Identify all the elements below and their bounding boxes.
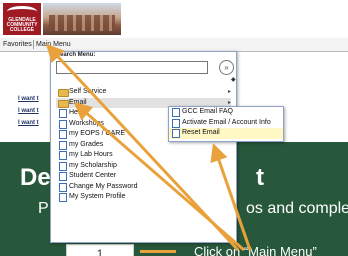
document-icon [59, 182, 67, 192]
menu-item-label: Student Center [69, 172, 117, 179]
email-submenu: GCC Email FAQ Activate Email / Account In… [168, 106, 284, 142]
nav-divider [33, 40, 34, 49]
menu-item-label: Email [69, 98, 87, 106]
side-link[interactable]: I want t [18, 96, 39, 102]
menu-item-label: My System Profile [69, 193, 126, 200]
instruction-text: Click on “Main Menu” [194, 244, 317, 256]
menu-item-label: Change My Password [69, 182, 138, 190]
menu-item[interactable]: my Lab Hours [56, 150, 231, 161]
screenshot-stage: GLENDALE COMMUNITY COLLEGE Favorites Mai… [0, 0, 348, 256]
banner-subheading-right: os and comple [246, 200, 348, 217]
document-icon [59, 119, 67, 129]
folder-icon [58, 89, 69, 97]
document-icon [59, 151, 67, 160]
top-navbar: Favorites Main Menu [0, 38, 348, 52]
menu-item-label: Help [69, 109, 84, 116]
college-logo[interactable]: GLENDALE COMMUNITY COLLEGE [3, 3, 121, 35]
chevron-right-icon: ▸ [227, 89, 231, 95]
document-icon [59, 193, 67, 202]
folder-icon [58, 99, 69, 108]
document-icon [59, 161, 67, 171]
document-icon [59, 172, 67, 181]
logo-swoosh-icon [7, 6, 37, 17]
submenu-item[interactable]: Reset Email [169, 128, 283, 139]
banner-heading-right: t [256, 164, 264, 191]
side-link[interactable]: I want t [18, 120, 39, 126]
document-icon [172, 108, 180, 117]
menu-item-label: my Scholarship [69, 161, 117, 169]
main-menu-dropdown: Search Menu: » ◆ Self Service ▸ Email ▸ Help… [50, 51, 237, 243]
search-go-button[interactable]: » [219, 60, 234, 75]
banner-subheading-left: P [38, 200, 49, 217]
submenu-item[interactable]: GCC Email FAQ [169, 107, 283, 118]
favorites-menu[interactable]: Favorites [3, 38, 32, 51]
menu-item-label: my EOPS / CARE [69, 130, 126, 137]
menu-item[interactable]: My System Profile [56, 192, 231, 203]
submenu-list: GCC Email FAQ Activate Email / Account In… [169, 107, 283, 139]
step-number-box: 1 [66, 244, 134, 256]
campus-photo [43, 3, 121, 35]
main-menu[interactable]: Main Menu [36, 38, 71, 51]
menu-item-label: Self Service [69, 88, 107, 95]
logo-text: GLENDALE COMMUNITY COLLEGE [6, 17, 38, 33]
menu-item[interactable]: my Scholarship [56, 161, 231, 172]
side-link[interactable]: I want t [18, 108, 39, 114]
menu-item-label: Workshops [69, 119, 104, 127]
document-icon [172, 118, 180, 128]
menu-item-label: my Grades [69, 140, 104, 148]
submenu-item-label: Reset Email [182, 129, 220, 136]
step-arrow-icon [140, 250, 176, 253]
document-icon [59, 140, 67, 150]
document-icon [59, 109, 67, 118]
sort-menu-icon[interactable]: ◆ [231, 76, 236, 83]
banner-heading-left: De [20, 164, 51, 191]
menu-item-label: my Lab Hours [69, 151, 113, 158]
document-icon [59, 130, 67, 139]
logo-mark: GLENDALE COMMUNITY COLLEGE [3, 3, 41, 35]
search-menu-input[interactable] [56, 61, 208, 74]
menu-list: Self Service ▸ Email ▸ Help Workshops my EOPS … [56, 87, 231, 203]
search-menu-label: Search Menu: [56, 52, 96, 58]
menu-item[interactable]: Student Center [56, 171, 231, 182]
menu-item[interactable]: Change My Password [56, 182, 231, 193]
submenu-item-label: GCC Email FAQ [182, 108, 233, 115]
submenu-item-label: Activate Email / Account Info [182, 118, 271, 126]
submenu-item[interactable]: Activate Email / Account Info [169, 118, 283, 129]
menu-item[interactable]: Self Service ▸ [56, 87, 231, 98]
document-icon [172, 129, 180, 138]
